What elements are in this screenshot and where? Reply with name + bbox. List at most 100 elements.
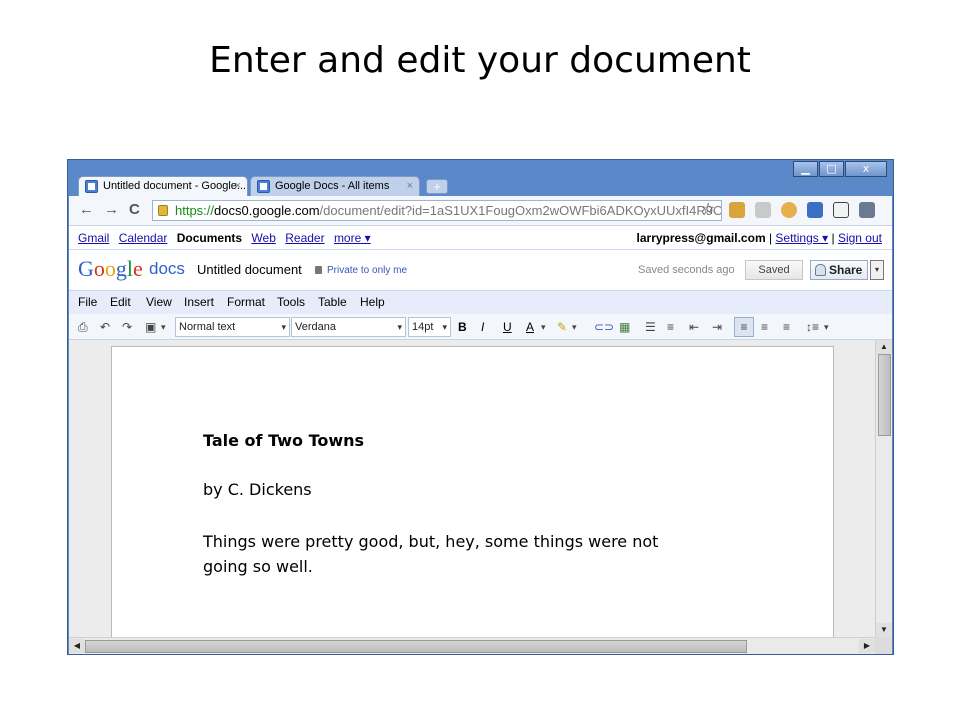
gbar-link-web[interactable]: Web [251,231,275,245]
extension-icons [729,202,875,218]
gbar-separator: | [768,231,773,245]
menu-edit[interactable]: Edit [110,291,131,314]
mail-icon[interactable] [755,202,771,218]
menu-file[interactable]: File [78,291,97,314]
document-author[interactable]: by C. Dickens [203,480,312,499]
align-center-icon[interactable]: ≡ [761,318,768,336]
align-right-icon[interactable]: ≡ [783,318,790,336]
extension-icon[interactable] [729,202,745,218]
gbar-separator: | [831,231,835,245]
gbar-link-reader[interactable]: Reader [285,231,324,245]
docs-favicon-icon [85,180,98,193]
share-dropdown-button[interactable]: ▾ [870,260,884,280]
google-logo[interactable]: Google [78,256,143,282]
editor-canvas: Tale of Two Towns by C. Dickens Things w… [69,340,875,637]
face-icon[interactable] [781,202,797,218]
reload-icon[interactable]: C [129,201,140,218]
scroll-up-button[interactable]: ▲ [876,340,892,354]
scroll-left-button[interactable]: ◀ [69,639,85,653]
lock-icon [315,266,322,274]
link-icon[interactable]: ⊂⊃ [594,318,614,336]
google-bar: Gmail Calendar Documents Web Reader more… [69,226,892,250]
menu-insert[interactable]: Insert [184,291,214,314]
maximize-button[interactable]: □ [819,161,844,177]
line-spacing-dropdown[interactable]: ▾ [824,318,829,336]
document-title[interactable]: Untitled document [197,262,302,277]
page-content: Gmail Calendar Documents Web Reader more… [69,226,892,654]
undo-icon[interactable]: ↶ [100,318,110,336]
saved-button[interactable]: Saved [745,260,803,280]
forward-arrow-icon[interactable]: → [104,201,119,218]
gbar-link-calendar[interactable]: Calendar [119,231,168,245]
document-body[interactable]: Things were pretty good, but, hey, some … [203,529,703,579]
highlight-icon[interactable]: ✎ [557,318,567,336]
paint-format-dropdown[interactable]: ▾ [161,318,166,336]
gbar-link-gmail[interactable]: Gmail [78,231,109,245]
privacy-label: Private to only me [327,265,408,276]
highlight-dropdown[interactable]: ▾ [572,318,577,336]
horizontal-scroll-thumb[interactable] [85,640,747,653]
paint-format-icon[interactable]: ▣ [145,318,156,336]
document-heading[interactable]: Tale of Two Towns [203,431,364,450]
menu-table[interactable]: Table [318,291,347,314]
formatting-toolbar: ⎙ ↶ ↷ ▣ ▾ Normal text ▾ Verdana ▾ 14pt ▾… [69,314,892,340]
vertical-scrollbar[interactable]: ▲ ▼ [875,340,892,637]
bulleted-list-icon[interactable]: ≡ [667,318,674,336]
menu-format[interactable]: Format [227,291,265,314]
line-spacing-icon[interactable]: ↕≡ [806,318,819,336]
tab-close-icon[interactable]: × [235,177,241,196]
scroll-right-button[interactable]: ▶ [859,639,875,653]
redo-icon[interactable]: ↷ [122,318,132,336]
share-button[interactable]: Share [810,260,868,280]
font-select[interactable]: Verdana ▾ [291,317,406,337]
style-select[interactable]: Normal text ▾ [175,317,290,337]
scroll-down-button[interactable]: ▼ [876,623,892,637]
tab-close-icon[interactable]: × [407,177,413,196]
browser-window: ▁ □ x Untitled document - Google... × Go… [67,159,894,655]
privacy-status[interactable]: Private to only me [315,265,407,276]
bold-button[interactable]: B [458,318,467,336]
underline-button[interactable]: U [503,318,512,336]
menu-view[interactable]: View [146,291,172,314]
increase-indent-icon[interactable]: ⇥ [712,318,722,336]
docs-favicon-icon [257,180,270,193]
align-left-icon[interactable]: ≡ [734,317,754,337]
menu-bar: File Edit View Insert Format Tools Table… [69,290,892,314]
text-color-button[interactable]: A [526,318,534,336]
font-size-value: 14pt [412,321,434,333]
tab-untitled-document[interactable]: Untitled document - Google... × [78,176,248,196]
menu-help[interactable]: Help [360,291,385,314]
chevron-down-icon: ▾ [397,322,402,332]
decrease-indent-icon[interactable]: ⇤ [689,318,699,336]
menu-tools[interactable]: Tools [277,291,305,314]
close-window-button[interactable]: x [845,161,887,177]
minimize-button[interactable]: ▁ [793,161,818,177]
address-bar[interactable]: https://docs0.google.com/document/edit?i… [152,200,722,221]
tab-label: Google Docs - All items [275,180,390,192]
numbered-list-icon[interactable]: ☰ [645,318,656,336]
font-size-select[interactable]: 14pt ▾ [408,317,451,337]
settings-link[interactable]: Settings ▾ [775,231,828,245]
font-value: Verdana [295,321,336,333]
back-arrow-icon[interactable]: ← [79,201,94,218]
calendar-icon[interactable] [833,202,849,218]
gbar-link-more[interactable]: more ▾ [334,231,371,245]
url-path: /document/edit?id=1aS1UX1FougOxm2wOWFbi6… [319,203,722,218]
document-page[interactable]: Tale of Two Towns by C. Dickens Things w… [111,346,834,637]
user-email: larrypress@gmail.com [636,231,766,245]
tab-google-docs-all-items[interactable]: Google Docs - All items × [250,176,420,196]
horizontal-scrollbar[interactable]: ◀ ▶ [69,637,875,654]
new-tab-button[interactable]: + [426,179,448,194]
print-icon[interactable]: ⎙ [78,318,88,336]
insert-image-icon[interactable]: ▦ [619,318,630,336]
gbar-link-documents[interactable]: Documents [177,231,242,245]
sign-out-link[interactable]: Sign out [838,231,882,245]
text-color-dropdown[interactable]: ▾ [541,318,546,336]
wrench-icon[interactable] [859,202,875,218]
vertical-scroll-thumb[interactable] [878,354,891,436]
italic-button[interactable]: I [481,318,484,336]
slide-title: Enter and edit your document [209,40,751,81]
bookmark-star-icon[interactable]: ☆ [701,199,715,219]
download-icon[interactable] [807,202,823,218]
docs-product-name[interactable]: docs [149,259,185,279]
